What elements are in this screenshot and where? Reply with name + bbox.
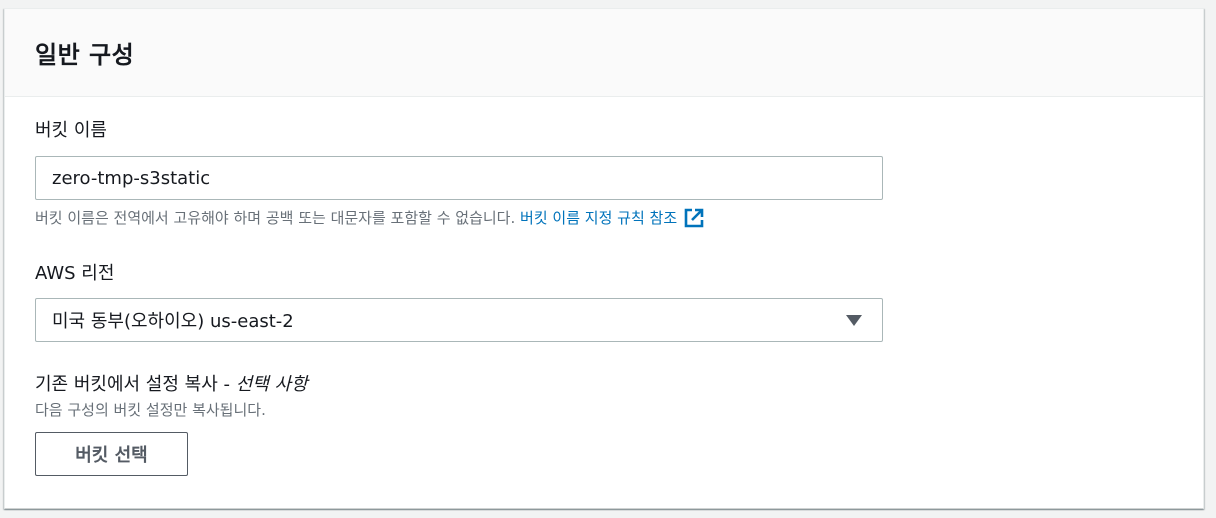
optional-tag: 선택 사항	[235, 374, 308, 395]
region-label: AWS 리전	[35, 263, 115, 284]
region-selected-value: 미국 동부(오하이오) us-east-2	[52, 311, 294, 332]
bucket-name-field: 버킷 이름	[35, 119, 107, 143]
copy-settings-description: 다음 구성의 버킷 설정만 복사됩니다.	[35, 401, 266, 419]
external-link-icon	[684, 208, 704, 228]
panel-header: 일반 구성	[5, 9, 1203, 97]
bucket-name-hint: 버킷 이름은 전역에서 고유해야 하며 공백 또는 대문자를 포함할 수 없습니…	[35, 207, 705, 229]
bucket-name-hint-text: 버킷 이름은 전역에서 고유해야 하며 공백 또는 대문자를 포함할 수 없습니…	[35, 209, 516, 227]
copy-settings-label: 기존 버킷에서 설정 복사 - 선택 사항	[35, 373, 308, 397]
naming-rules-link-label: 버킷 이름 지정 규칙 참조	[520, 209, 678, 227]
caret-down-icon	[846, 314, 862, 326]
bucket-name-input[interactable]	[35, 156, 883, 200]
copy-settings-label-text: 기존 버킷에서 설정 복사 -	[35, 374, 230, 395]
region-select[interactable]: 미국 동부(오하이오) us-east-2	[35, 298, 883, 342]
panel-title: 일반 구성	[35, 41, 135, 69]
general-config-panel: 일반 구성 버킷 이름 버킷 이름은 전역에서 고유해야 하며 공백 또는 대문…	[4, 8, 1204, 509]
naming-rules-link[interactable]: 버킷 이름 지정 규칙 참조	[520, 207, 705, 229]
choose-bucket-button[interactable]: 버킷 선택	[35, 432, 188, 476]
bucket-name-label: 버킷 이름	[35, 120, 107, 141]
